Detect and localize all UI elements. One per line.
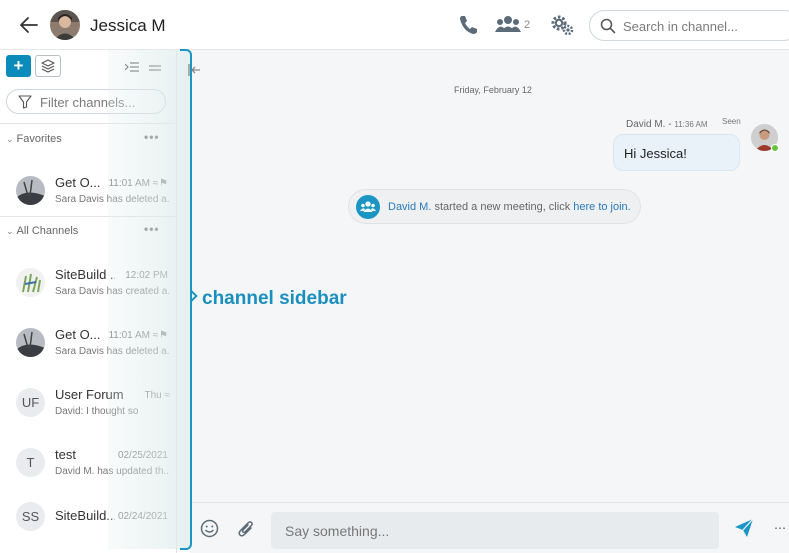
channel-time: 12:02 PM (125, 270, 168, 281)
channel-item[interactable]: UF User Forum Thu ≈ David: I thought so (0, 376, 176, 432)
channel-avatar: UF (16, 388, 45, 417)
compact-view-icon[interactable] (149, 60, 161, 78)
channel-name: Get O... (55, 327, 101, 342)
divider (0, 123, 176, 124)
filter-channels[interactable] (6, 89, 166, 114)
channel-item[interactable]: Get O... 11:01 AM ≈ ⚑ Sara Davis has del… (0, 164, 176, 220)
channel-avatar (16, 328, 45, 357)
muted-icon: ≈ (164, 390, 170, 401)
participant-count: 2 (524, 19, 531, 31)
channel-avatar: SS (16, 502, 45, 531)
join-meeting-link[interactable]: here to join. (573, 201, 630, 213)
section-label: Favorites (16, 133, 62, 145)
search-icon (600, 18, 616, 34)
channel-preview: Sara Davis has deleted a... (55, 346, 170, 357)
channel-item[interactable]: Get O... 11:01 AM ≈ ⚑ Sara Davis has del… (0, 316, 176, 372)
send-icon[interactable] (734, 518, 754, 543)
message-composer: ⋯ (190, 502, 789, 553)
channel-name: SiteBuild... (55, 508, 115, 523)
channel-time: Thu ≈ (144, 390, 170, 401)
layers-button[interactable] (35, 55, 61, 77)
flag-icon: ⚑ (159, 330, 168, 341)
channel-preview: David M. has updated th... (55, 466, 170, 477)
muted-icon: ≈ (152, 178, 158, 189)
message-meta: David M. - 11:36 AM (626, 119, 708, 130)
chevron-down-icon: ⌄ (6, 134, 14, 144)
date-separator: Friday, February 12 (454, 85, 532, 95)
channel-sidebar: + ⌄Favorites ••• Get O... 11:01 AM ≈ ⚑ S… (0, 50, 177, 553)
time-label: Thu (144, 390, 162, 401)
channel-item[interactable]: SiteBuild ... 12:02 PM Sara Davis has cr… (0, 256, 176, 312)
phone-icon[interactable] (458, 13, 478, 37)
meeting-notice-text: David M. started a new meeting, click he… (388, 201, 631, 213)
page-title: Jessica M (90, 16, 166, 35)
channel-time: 11:01 AM ≈ ⚑ (108, 178, 168, 189)
channel-name: SiteBuild ... (55, 267, 115, 282)
layers-icon (41, 59, 55, 73)
all-channels-more-button[interactable]: ••• (144, 222, 160, 236)
channel-avatar (16, 176, 45, 205)
channel-preview: Sara Davis has deleted a... (55, 194, 170, 205)
divider (0, 216, 176, 217)
composer-more-icon[interactable]: ⋯ (774, 521, 787, 535)
message-text: Hi Jessica! (624, 146, 687, 161)
channel-name: Get O... (55, 175, 101, 190)
message-bubble[interactable]: Hi Jessica! (613, 134, 740, 171)
search-input[interactable] (623, 16, 783, 36)
channel-item[interactable]: T test 02/25/2021 David M. has updated t… (0, 436, 176, 492)
section-all-channels-toggle[interactable]: ⌄ All Channels (6, 225, 78, 237)
chevron-down-icon: ⌄ (6, 226, 14, 236)
filter-input[interactable] (40, 94, 160, 110)
channel-avatar (16, 268, 45, 297)
meeting-notice: David M. started a new meeting, click he… (348, 189, 641, 224)
sort-list-icon[interactable] (124, 60, 139, 78)
channel-time: 02/24/2021 (117, 511, 168, 522)
avatar[interactable] (50, 10, 80, 40)
add-channel-button[interactable]: + (6, 55, 31, 77)
sidebar-callout-label: channel sidebar (202, 288, 347, 309)
channel-preview: David: I thought so (55, 406, 139, 417)
channel-time: 11:01 AM ≈ ⚑ (108, 330, 168, 341)
time-label: 11:01 AM (108, 178, 150, 189)
settings-gears-icon[interactable] (550, 13, 574, 37)
meeting-icon (356, 195, 380, 219)
section-favorites-toggle[interactable]: ⌄ Favorites (6, 133, 62, 145)
participants-icon[interactable] (495, 13, 521, 37)
channel-name: User Forum (55, 387, 124, 402)
message-input[interactable] (271, 512, 719, 549)
back-arrow-icon[interactable] (18, 14, 40, 36)
collapse-sidebar-icon[interactable] (188, 63, 202, 81)
time-label: 11:01 AM (108, 330, 150, 341)
favorites-more-button[interactable]: ••• (144, 130, 160, 144)
channel-name: test (55, 447, 76, 462)
message-author: David M. - (626, 119, 672, 130)
flag-icon: ⚑ (159, 178, 168, 189)
channel-time: 02/25/2021 (117, 450, 168, 461)
channel-item[interactable]: SS SiteBuild... 02/24/2021 (0, 502, 176, 553)
channel-search[interactable] (589, 10, 789, 41)
online-status-dot (771, 144, 779, 152)
attachment-icon[interactable] (237, 519, 255, 544)
notice-body: started a new meeting, click (431, 201, 574, 213)
section-label: All Channels (16, 225, 79, 237)
emoji-icon[interactable] (200, 519, 219, 543)
channel-preview: Sara Davis has created a... (55, 286, 170, 297)
seen-status: Seen (722, 117, 741, 126)
muted-icon: ≈ (152, 330, 158, 341)
channel-avatar: T (16, 448, 45, 477)
message-time: 11:36 AM (674, 120, 708, 129)
actor-link[interactable]: David M. (388, 201, 431, 213)
filter-icon (18, 95, 32, 109)
channel-header: Jessica M 2 (0, 0, 789, 50)
